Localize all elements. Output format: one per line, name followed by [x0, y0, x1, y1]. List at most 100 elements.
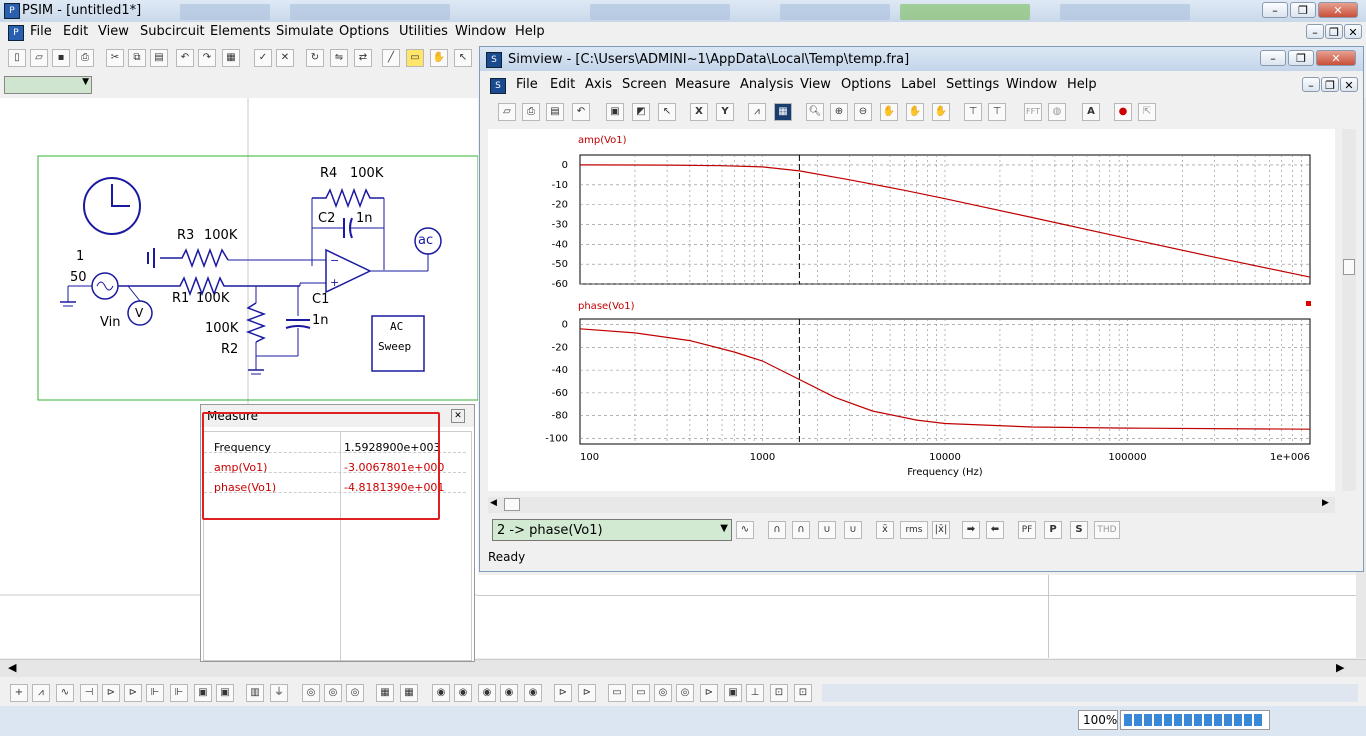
menu-elements[interactable]: Elements: [210, 24, 271, 39]
doc-restore-button[interactable]: ❐: [1325, 24, 1343, 39]
mirror-icon[interactable]: ⇄: [354, 49, 372, 67]
limiter-icon[interactable]: ⊳: [700, 684, 718, 702]
print-icon[interactable]: ⎙: [76, 49, 94, 67]
meter-icon[interactable]: ▦: [400, 684, 418, 702]
element-select-dropdown[interactable]: ▼: [4, 76, 92, 94]
sv-text-button[interactable]: A: [1082, 103, 1100, 121]
sv-doc-restore-button[interactable]: ❐: [1321, 77, 1339, 92]
simview-minimize-button[interactable]: –: [1260, 50, 1286, 66]
sv-menu-settings[interactable]: Settings: [946, 77, 999, 92]
cancel-icon[interactable]: ✕: [276, 49, 294, 67]
logic-icon[interactable]: ⊥: [746, 684, 764, 702]
simview-maximize-button[interactable]: ❐: [1288, 50, 1314, 66]
comparator-icon[interactable]: ⊳: [578, 684, 596, 702]
sv-scroll-right-icon[interactable]: ▶: [1322, 498, 1329, 508]
psim-canvas-extension[interactable]: [478, 575, 1366, 658]
sv-fft-button[interactable]: FFT: [1024, 103, 1042, 121]
multiplier-icon[interactable]: ◎: [676, 684, 694, 702]
sv-cursor-text-icon[interactable]: ⊤: [988, 103, 1006, 121]
step-source-icon[interactable]: ◉: [524, 684, 542, 702]
scope-icon[interactable]: ▦: [376, 684, 394, 702]
minimize-button[interactable]: –: [1262, 2, 1288, 18]
menu-edit[interactable]: Edit: [63, 24, 88, 39]
opamp-icon[interactable]: ⊳: [554, 684, 572, 702]
counter-icon[interactable]: ⊡: [794, 684, 812, 702]
dc-source-icon[interactable]: ◉: [432, 684, 450, 702]
transformer-element-icon[interactable]: ▥: [246, 684, 264, 702]
sv-y-axis-button[interactable]: Y: [716, 103, 734, 121]
doc-minimize-button[interactable]: –: [1306, 24, 1324, 39]
sv-max-icon[interactable]: ∩: [768, 521, 786, 539]
sv-pf-button[interactable]: PF: [1018, 521, 1036, 539]
mosfet-element-icon[interactable]: ⊩: [146, 684, 164, 702]
doc-close-button[interactable]: ✕: [1344, 24, 1362, 39]
sv-menu-view[interactable]: View: [800, 77, 831, 92]
sv-cursor-icon[interactable]: ⊤: [964, 103, 982, 121]
menu-help[interactable]: Help: [515, 24, 545, 39]
redo-icon[interactable]: ↷: [198, 49, 216, 67]
sv-zoom-out-icon[interactable]: ⊖: [854, 103, 872, 121]
sv-menu-options[interactable]: Options: [841, 77, 891, 92]
sv-min-icon[interactable]: ∪: [818, 521, 836, 539]
plot-vertical-scrollbar[interactable]: [1342, 129, 1356, 491]
sv-copy-icon[interactable]: ▤: [546, 103, 564, 121]
scroll-left-icon[interactable]: ◀: [8, 661, 16, 674]
switch-element-icon[interactable]: ⊳: [124, 684, 142, 702]
new-icon[interactable]: ▯: [8, 49, 26, 67]
sv-zoom-in-icon[interactable]: ⊕: [830, 103, 848, 121]
menu-file[interactable]: File: [30, 24, 52, 39]
thyristor-element-icon[interactable]: ▣: [216, 684, 234, 702]
current-probe-icon[interactable]: ◎: [324, 684, 342, 702]
pi-controller-icon[interactable]: ▭: [632, 684, 650, 702]
scroll-thumb[interactable]: [1343, 259, 1355, 275]
sv-avg-icon[interactable]: x̄: [876, 521, 894, 539]
copy-icon[interactable]: ⧉: [128, 49, 146, 67]
sv-zoom-icon[interactable]: 🔍︎: [806, 103, 824, 121]
curve-select-dropdown[interactable]: 2 -> phase(Vo1) ▼: [492, 519, 732, 541]
sv-abs-avg-icon[interactable]: |x̄|: [932, 521, 950, 539]
flipflop-icon[interactable]: ⊡: [770, 684, 788, 702]
sv-pan-icon[interactable]: ✋: [880, 103, 898, 121]
sv-menu-screen[interactable]: Screen: [622, 77, 667, 92]
sv-next-max-icon[interactable]: ∩: [792, 521, 810, 539]
resistor-element-icon[interactable]: ⩘: [32, 684, 50, 702]
sv-open-icon[interactable]: ▱: [498, 103, 516, 121]
flip-icon[interactable]: ⇋: [330, 49, 348, 67]
sv-pointer-icon[interactable]: ↖: [658, 103, 676, 121]
ac-source-icon[interactable]: ◉: [454, 684, 472, 702]
plot-horizontal-scrollbar[interactable]: ◀ ▶: [488, 497, 1335, 513]
summer-icon[interactable]: ◎: [654, 684, 672, 702]
h-scroll-thumb[interactable]: [504, 498, 520, 511]
sv-x-axis-button[interactable]: X: [690, 103, 708, 121]
sv-arrow-right-icon[interactable]: ➡: [962, 521, 980, 539]
paste-icon[interactable]: ▤: [150, 49, 168, 67]
inductor-element-icon[interactable]: ∿: [56, 684, 74, 702]
sv-menu-edit[interactable]: Edit: [550, 77, 575, 92]
menu-simulate[interactable]: Simulate: [276, 24, 333, 39]
pan-hand-icon[interactable]: ✋: [430, 49, 448, 67]
menu-window[interactable]: Window: [455, 24, 506, 39]
pointer-icon[interactable]: ↖: [454, 49, 472, 67]
sv-print-icon[interactable]: ⎙: [522, 103, 540, 121]
sv-menu-help[interactable]: Help: [1067, 77, 1097, 92]
menu-options[interactable]: Options: [339, 24, 389, 39]
voltage-probe-icon[interactable]: ◎: [302, 684, 320, 702]
close-button[interactable]: ✕: [1318, 2, 1358, 18]
igbt-element-icon[interactable]: ⊩: [170, 684, 188, 702]
simview-plot-area[interactable]: amp(Vo1) 0 -10 -20 -30 -40 -50 -60 phase(Vo1) 0 -2…: [488, 129, 1335, 491]
sv-add-curve-icon[interactable]: ⩘: [748, 103, 766, 121]
sv-fft-circle-icon[interactable]: ◍: [1048, 103, 1066, 121]
wire-icon[interactable]: ╱: [382, 49, 400, 67]
rotate-icon[interactable]: ↻: [306, 49, 324, 67]
sv-scroll-left-icon[interactable]: ◀: [490, 498, 497, 508]
sv-next-min-icon[interactable]: ∪: [844, 521, 862, 539]
scroll-right-icon[interactable]: ▶: [1336, 661, 1344, 674]
sv-menu-axis[interactable]: Axis: [585, 77, 612, 92]
menu-view[interactable]: View: [98, 24, 129, 39]
capacitor-element-icon[interactable]: ⊣: [80, 684, 98, 702]
menu-subcircuit[interactable]: Subcircuit: [140, 24, 205, 39]
sv-p-button[interactable]: P: [1044, 521, 1062, 539]
sv-thd-button[interactable]: THD: [1094, 521, 1120, 539]
measure-close-icon[interactable]: ✕: [451, 409, 465, 423]
sv-menu-analysis[interactable]: Analysis: [740, 77, 794, 92]
